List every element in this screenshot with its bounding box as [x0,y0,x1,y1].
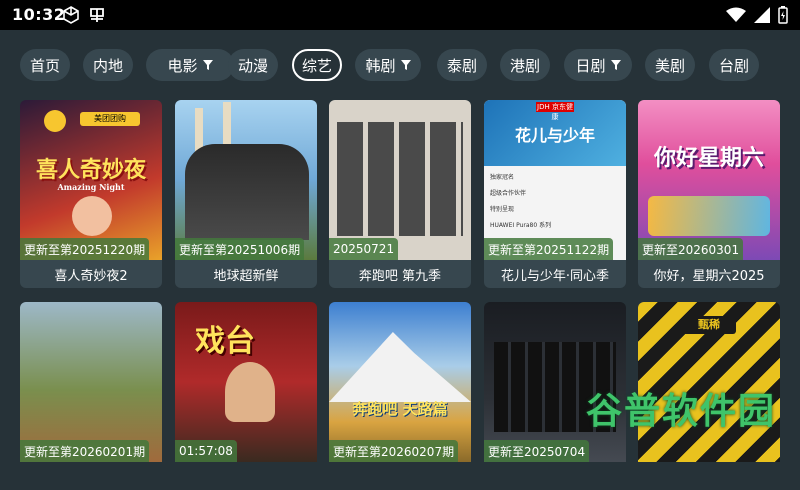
poster-title: 花儿与少年 [514,126,595,145]
card-title: 你好，星期六2025 [638,260,780,288]
show-logo: 甄稀 [682,316,736,334]
tab-home[interactable]: 首页 [20,49,70,81]
poster-image [329,100,471,260]
tab-jdrama[interactable]: 日剧 [564,49,632,81]
update-badge: 20250721 [329,238,399,260]
mascot-icon [44,110,66,132]
video-card[interactable]: 更新至第20251006期 地球超新鲜 [175,100,317,288]
tab-mainland[interactable]: 内地 [83,49,133,81]
mountain-shape [329,332,471,402]
video-card[interactable]: 你好星期六 更新至20260301 你好，星期六2025 [638,100,780,288]
tab-label: 电影 [167,56,198,75]
tab-label: 泰剧 [446,56,477,75]
tab-label: 动漫 [237,56,268,75]
cast-portraits [337,122,463,236]
tab-us-drama[interactable]: 美剧 [645,49,695,81]
video-card[interactable]: 奔跑吧 天路篇 更新至第20260207期 [329,302,471,490]
wifi-icon [726,7,746,22]
poster-image: 美团团购 喜人奇妙夜 Amazing Night [20,100,162,260]
poster-title: 喜人奇妙夜 [35,157,146,183]
sponsor-logo: 美团团购 [80,112,140,126]
card-title: 奔跑吧 第九季 [329,260,471,288]
sponsor-line: 特别呈现 [490,206,515,213]
actor-figure [225,362,275,422]
cast-group [185,144,309,240]
sponsor-list: 独家冠名 超级合作伙伴 特别呈现 HUAWEI Pura80 系列 [490,170,551,234]
update-badge: 更新至第20251220期 [20,238,150,260]
sponsor-line: HUAWEI Pura80 系列 [490,222,552,229]
poster-image [175,100,317,260]
poster-image: 你好星期六 [638,100,780,260]
update-badge: 更新至第20260201期 [20,440,150,462]
poster-image: 奔跑吧 天路篇 [329,302,471,462]
sponsor-logo: JDH 京东健康 [536,102,574,121]
tab-label: 首页 [29,56,60,75]
video-card[interactable]: 20250721 奔跑吧 第九季 [329,100,471,288]
poster-title: 戏台 [195,324,255,359]
tab-movie[interactable]: 电影 [146,49,234,81]
update-badge: 更新至第20251006期 [175,238,305,260]
video-card[interactable]: 戏台 01:57:08 [175,302,317,490]
filter-icon [400,60,411,70]
tab-hk-drama[interactable]: 港剧 [500,49,550,81]
tab-label: 美剧 [654,56,685,75]
tab-label: 综艺 [301,56,332,75]
video-card[interactable]: 美团团购 喜人奇妙夜 Amazing Night 更新至第20251220期 喜… [20,100,162,288]
filter-icon [610,60,621,70]
poster-image: 花儿与少年 JDH 京东健康 独家冠名 超级合作伙伴 特别呈现 HUAWEI P… [484,100,626,260]
tab-tw-drama[interactable]: 台剧 [709,49,759,81]
tab-label: 港剧 [509,56,540,75]
update-badge: 01:57:08 [175,440,237,462]
watermark-text: 谷普软件园 [586,391,777,432]
tab-label: 内地 [92,56,123,75]
tab-label: 韩剧 [365,56,396,75]
tab-anime[interactable]: 动漫 [228,49,278,81]
host-figure [72,196,112,236]
status-time: 10:32 [12,5,66,24]
battery-icon [778,6,788,24]
update-badge: 更新至第20260207期 [329,440,459,462]
update-badge: 更新至20260301 [638,238,744,260]
tab-kdrama[interactable]: 韩剧 [355,49,421,81]
poster-title: 奔跑吧 天路篇 [352,400,448,418]
poster-subtitle: Amazing Night [57,182,125,192]
tab-thai-drama[interactable]: 泰剧 [437,49,487,81]
video-card[interactable]: 更新至第20260201期 [20,302,162,490]
signal-icon [754,7,770,23]
update-badge: 更新至第20251122期 [484,238,614,260]
stage-set [648,196,770,236]
status-icons [726,6,788,24]
sponsor-line: 独家冠名 [490,174,515,181]
video-card[interactable]: 花儿与少年 JDH 京东健康 独家冠名 超级合作伙伴 特别呈现 HUAWEI P… [484,100,626,288]
status-bar: 10:32 [0,0,800,30]
card-title: 喜人奇妙夜2 [20,260,162,288]
sponsor-line: 超级合作伙伴 [490,190,527,197]
tab-label: 台剧 [718,56,749,75]
update-badge: 更新至20250704 [484,440,590,462]
tab-variety[interactable]: 综艺 [292,49,342,81]
filter-icon [202,60,213,70]
cube-icon [63,6,79,24]
poster-image: 戏台 [175,302,317,462]
card-title: 地球超新鲜 [175,260,317,288]
poster-title: 你好星期六 [653,145,764,171]
tab-label: 日剧 [575,56,606,75]
card-title: 花儿与少年·同心季 [484,260,626,288]
app-logo-icon [90,8,104,22]
poster-image [20,302,162,462]
